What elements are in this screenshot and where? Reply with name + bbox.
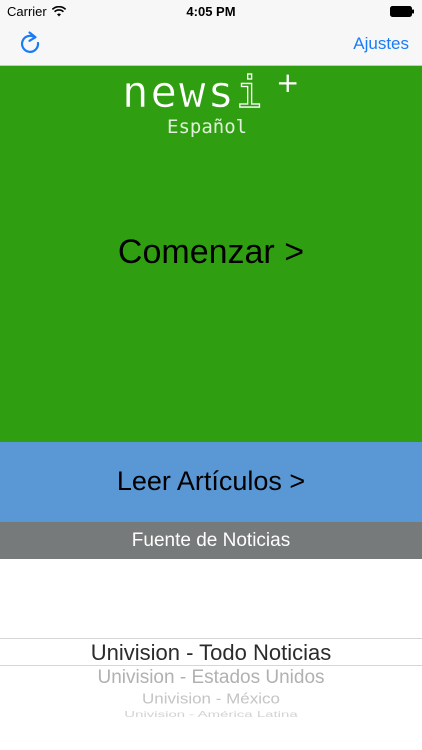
logo-language: Español <box>167 116 248 138</box>
news-source-header-label: Fuente de Noticias <box>131 530 291 551</box>
status-time: 4:05 PM <box>186 4 236 19</box>
picker-selection-line-top <box>0 638 422 639</box>
read-articles-button[interactable]: Leer Artículos > <box>0 442 422 522</box>
settings-button[interactable]: Ajustes <box>353 34 409 54</box>
news-source-picker[interactable]: Univision - Todo Noticias Univision - Es… <box>0 559 422 750</box>
logo-plus: + <box>276 66 300 99</box>
battery-icon <box>390 6 414 17</box>
picker-option-selected[interactable]: Univision - Todo Noticias <box>0 640 422 666</box>
start-label: Comenzar > <box>117 233 305 271</box>
start-button[interactable]: newsi + Español Comenzar > <box>0 66 422 442</box>
picker-option[interactable]: Univision - Estados Unidos <box>0 667 422 689</box>
app-logo: newsi + Español <box>0 66 422 138</box>
status-bar: Carrier 4:05 PM <box>0 0 422 24</box>
picker-option[interactable]: Univision - América Latina <box>0 710 422 719</box>
logo-word: newsi <box>122 67 265 118</box>
read-articles-label: Leer Artículos > <box>116 466 306 496</box>
logo-word-outline: i <box>235 67 265 118</box>
refresh-icon[interactable] <box>17 30 43 56</box>
news-source-header: Fuente de Noticias <box>0 522 422 559</box>
logo-word-main: news <box>122 67 236 118</box>
navigation-bar: Ajustes <box>0 24 422 66</box>
picker-option[interactable]: Univision - México <box>0 691 422 708</box>
